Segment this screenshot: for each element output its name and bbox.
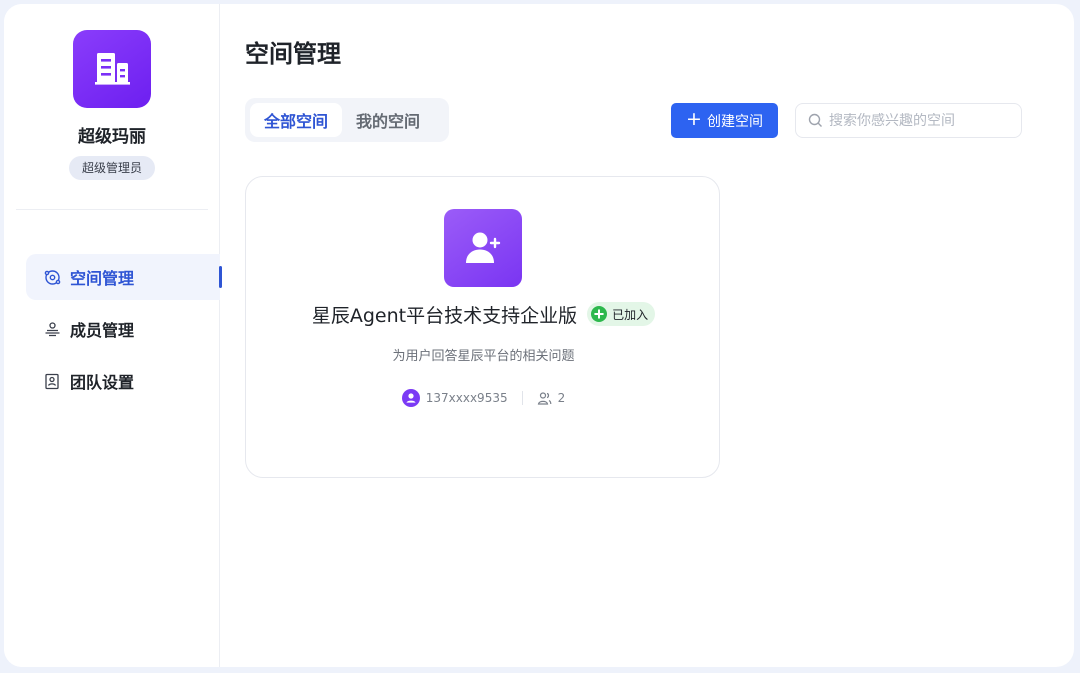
- create-space-button[interactable]: + 创建空间: [671, 103, 778, 138]
- sidebar-item-label: 团队设置: [70, 373, 135, 392]
- member-count: 2: [557, 391, 566, 405]
- joined-badge: 已加入: [587, 302, 656, 326]
- page-title: 空间管理: [245, 40, 341, 68]
- space-member-count: 2: [537, 391, 566, 406]
- sidebar-item-space-management[interactable]: 空间管理: [26, 254, 222, 300]
- building-icon: [95, 53, 130, 85]
- sidebar-item-label: 空间管理: [70, 269, 135, 288]
- space-owner: 137xxxx9535: [401, 389, 508, 407]
- joined-plus-icon: [591, 306, 608, 322]
- search-box[interactable]: [795, 103, 1022, 138]
- space-meta: 137xxxx9535 2: [246, 388, 721, 408]
- search-icon: [808, 113, 822, 127]
- sidebar-item-team-settings[interactable]: 团队设置: [26, 358, 220, 404]
- org-logo: [73, 30, 151, 108]
- owner-phone: 137xxxx9535: [425, 391, 508, 405]
- sidebar-item-label: 成员管理: [70, 321, 135, 340]
- joined-label: 已加入: [612, 307, 649, 322]
- sidebar-item-member-management[interactable]: 成员管理: [26, 306, 220, 352]
- user-add-icon: [466, 232, 501, 263]
- space-description: 为用户回答星辰平台的相关问题: [392, 349, 575, 364]
- space-card[interactable]: 星辰Agent平台技术支持企业版 已加入 为用户回答星辰平台的相关问题 137x…: [245, 176, 720, 478]
- team-settings-icon: [43, 372, 61, 390]
- org-name: 超级玛丽: [78, 127, 146, 147]
- members-icon: [537, 391, 552, 405]
- search-input[interactable]: [829, 112, 1019, 129]
- tab-my-spaces[interactable]: 我的空间: [342, 103, 434, 137]
- space-card-header: 星辰Agent平台技术支持企业版 已加入: [246, 299, 721, 329]
- space-title: 星辰Agent平台技术支持企业版: [311, 304, 578, 327]
- owner-avatar-icon: [401, 389, 420, 407]
- role-badge: 超级管理员: [69, 156, 155, 180]
- space-tabs: 全部空间 我的空间: [245, 98, 449, 142]
- tab-all-spaces[interactable]: 全部空间: [250, 103, 343, 137]
- meta-divider: [521, 391, 523, 405]
- sidebar-divider: [16, 209, 208, 210]
- create-space-label: 创建空间: [706, 113, 763, 130]
- sidebar: 超级玛丽 超级管理员 空间管理 成员管理 团队设置: [4, 4, 222, 667]
- space-avatar: [444, 209, 522, 287]
- app-window: 超级玛丽 超级管理员 空间管理 成员管理 团队设置 空间管理 全部空间 我的空间…: [4, 4, 1074, 667]
- space-icon: [43, 268, 61, 286]
- members-icon: [43, 320, 61, 338]
- plus-icon: +: [686, 108, 702, 130]
